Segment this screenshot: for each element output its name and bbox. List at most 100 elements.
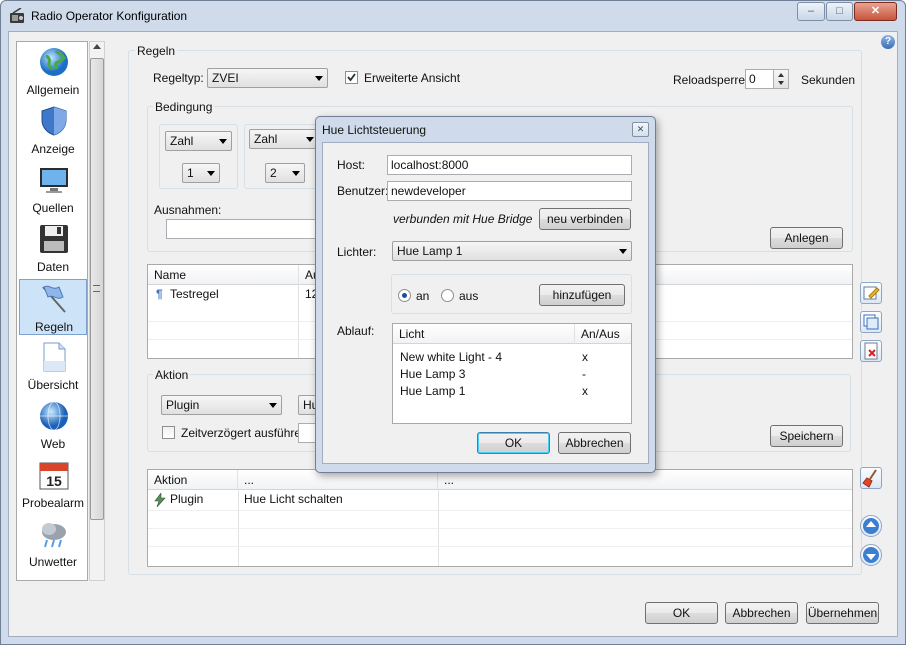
radio-app-icon <box>10 8 24 23</box>
delete-icon <box>864 342 878 360</box>
condition-1-type-select[interactable]: Zahl <box>165 131 232 151</box>
plugin-bolt-icon <box>154 493 166 507</box>
column-header-aktion[interactable]: Aktion <box>148 470 238 490</box>
minimize-icon: – <box>807 5 815 17</box>
maximize-button[interactable]: □ <box>826 2 853 21</box>
rule-name: Testregel <box>170 287 219 301</box>
exceptions-input[interactable] <box>166 219 316 239</box>
dialog-ok-button[interactable]: OK <box>477 432 550 454</box>
sidebar-item-allgemein[interactable]: Allgemein <box>19 43 87 99</box>
reconnect-button[interactable]: neu verbinden <box>539 208 631 230</box>
add-rule-button[interactable]: Anlegen <box>770 227 843 249</box>
globe-icon <box>40 48 68 76</box>
extended-view-label: Erweiterte Ansicht <box>364 71 461 85</box>
sidebar-item-anzeige[interactable]: Anzeige <box>19 102 87 158</box>
table-row[interactable]: Plugin Hue Licht schalten <box>148 491 852 510</box>
reload-spinner[interactable] <box>773 69 789 89</box>
reload-input[interactable]: 0 <box>745 69 774 89</box>
delayed-checkbox[interactable] <box>162 426 175 439</box>
sidebar-item-probealarm[interactable]: 15 Probealarm <box>19 456 87 512</box>
title-bar[interactable]: Radio Operator Konfiguration – □ ✕ <box>0 0 906 32</box>
sequence-label: Ablauf: <box>337 324 375 338</box>
condition-1-digit-select[interactable]: 1 <box>182 163 220 183</box>
rules-group-title: Regeln <box>135 44 178 58</box>
condition-2-digit-select[interactable]: 2 <box>265 163 305 183</box>
minimize-button[interactable]: – <box>797 2 825 21</box>
close-button[interactable]: ✕ <box>854 2 897 21</box>
flag-icon <box>42 285 66 313</box>
sidebar-item-web[interactable]: Web <box>19 397 87 453</box>
list-item[interactable]: New white Light - 4 x <box>393 349 631 366</box>
delete-rule-button[interactable] <box>860 340 882 362</box>
sidebar-item-uebersicht[interactable]: Übersicht <box>19 338 87 394</box>
action-group-title: Aktion <box>153 368 191 382</box>
delete-action-button[interactable] <box>860 467 882 489</box>
grip-icon <box>93 285 100 292</box>
dialog-close-button[interactable]: ✕ <box>632 122 649 137</box>
radio-on-label: an <box>416 289 430 303</box>
calendar-icon: 15 <box>39 462 69 490</box>
move-down-button[interactable] <box>860 544 882 566</box>
copy-rule-button[interactable] <box>860 311 882 333</box>
condition-2-type-select[interactable]: Zahl <box>249 129 319 149</box>
rule-type-label: Regeltyp: <box>153 71 204 85</box>
ok-button[interactable]: OK <box>645 602 718 624</box>
sidebar-item-label: Web <box>40 437 66 451</box>
host-input[interactable]: localhost:8000 <box>387 155 632 175</box>
action-detail: Hue Licht schalten <box>244 492 343 506</box>
pilcrow-icon: ¶ <box>156 287 163 301</box>
extended-view-checkbox[interactable] <box>345 71 358 84</box>
copy-icon <box>863 314 879 330</box>
column-header-name[interactable]: Name <box>148 265 299 285</box>
column-header-detail[interactable]: ... <box>238 470 438 490</box>
close-icon: ✕ <box>870 5 881 17</box>
checkmark-icon <box>347 73 356 82</box>
cancel-button[interactable]: Abbrechen <box>725 602 798 624</box>
arrow-up-icon <box>863 518 879 534</box>
sidebar-item-label: Probealarm <box>21 496 85 510</box>
column-header-extra[interactable]: ... <box>438 470 852 490</box>
sidebar-item-unwetter[interactable]: Unwetter <box>19 515 87 571</box>
list-item[interactable]: Hue Lamp 3 - <box>393 366 631 383</box>
radio-on[interactable] <box>398 289 411 302</box>
window-title: Radio Operator Konfiguration <box>31 9 188 23</box>
sidebar-item-quellen[interactable]: Quellen <box>19 161 87 217</box>
radio-selected-dot <box>402 293 407 298</box>
condition-group-title: Bedingung <box>153 100 215 114</box>
apply-button[interactable]: Übernehmen <box>806 602 879 624</box>
radio-off[interactable] <box>441 289 454 302</box>
list-item[interactable]: Hue Lamp 1 x <box>393 383 631 400</box>
action-type-select[interactable]: Plugin <box>161 395 282 415</box>
action-name: Plugin <box>170 492 204 506</box>
rule-type-select[interactable]: ZVEI <box>207 68 328 88</box>
save-action-button[interactable]: Speichern <box>770 425 843 447</box>
sidebar-item-regeln[interactable]: Regeln <box>19 279 87 335</box>
connection-status: verbunden mit Hue Bridge <box>393 212 533 226</box>
add-light-button[interactable]: hinzufügen <box>539 284 625 306</box>
lights-label: Lichter: <box>337 245 377 259</box>
reload-label: Reloadsperre: <box>673 73 749 87</box>
floppy-disk-icon <box>40 225 68 253</box>
action-table: Aktion ... ... Plugin Hue Licht schalten <box>147 469 853 567</box>
sequence-list: Licht An/Aus New white Light - 4 x Hue L… <box>392 323 632 424</box>
spin-down-icon[interactable] <box>778 81 784 85</box>
globe-icon <box>40 401 68 431</box>
storm-cloud-icon <box>42 523 66 548</box>
dialog-cancel-button[interactable]: Abbrechen <box>558 432 631 454</box>
move-up-button[interactable] <box>860 515 882 537</box>
user-input[interactable]: newdeveloper <box>387 181 632 201</box>
column-header-state[interactable]: An/Aus <box>575 324 631 344</box>
column-header-licht[interactable]: Licht <box>393 324 575 344</box>
help-icon[interactable]: ? <box>881 35 895 49</box>
scroll-up-icon[interactable] <box>93 44 101 49</box>
lights-select[interactable]: Hue Lamp 1 <box>392 241 632 261</box>
spin-up-icon[interactable] <box>778 73 784 77</box>
sidebar-item-daten[interactable]: Daten <box>19 220 87 276</box>
sidebar-item-label: Allgemein <box>26 83 80 97</box>
radio-off-label: aus <box>459 289 479 303</box>
exceptions-label: Ausnahmen: <box>154 203 222 217</box>
edit-rule-button[interactable] <box>860 282 882 304</box>
edit-icon <box>863 286 880 300</box>
delayed-label: Zeitverzögert ausführen <box>181 426 308 440</box>
user-label: Benutzer: <box>337 184 389 198</box>
